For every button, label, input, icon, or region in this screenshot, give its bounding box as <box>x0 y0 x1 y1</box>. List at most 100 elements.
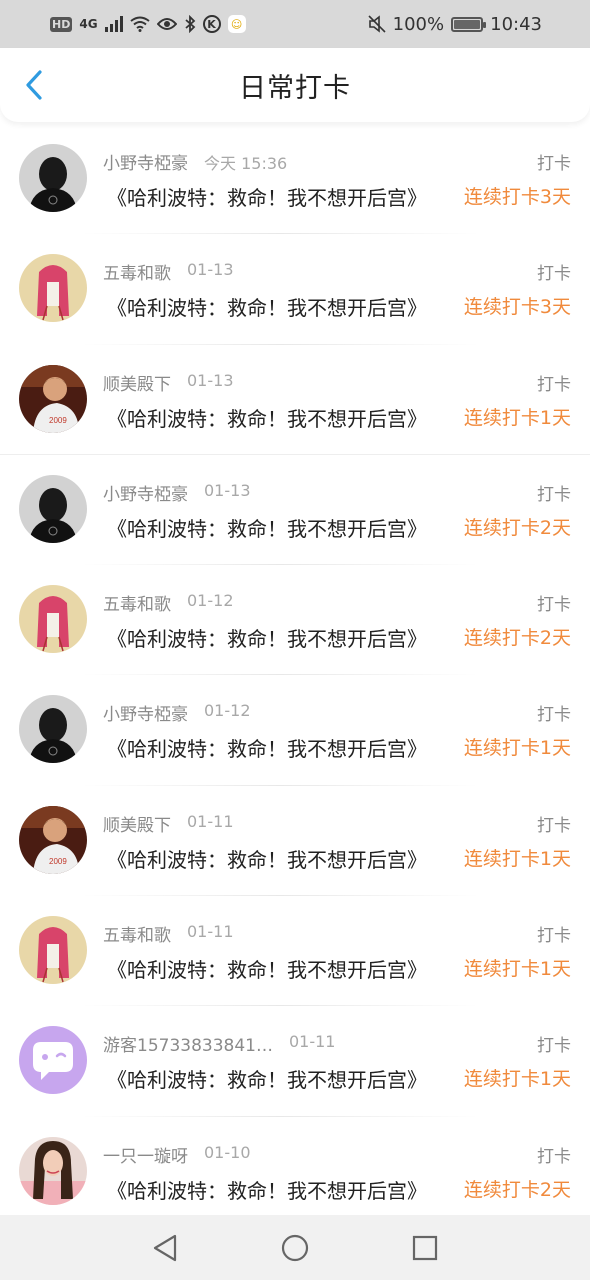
checkin-time: 01-13 <box>204 480 251 500</box>
checkin-label: 打卡 <box>537 484 571 505</box>
book-title[interactable]: 《哈利波特：救命！我不想开后宫》 <box>107 954 457 983</box>
chevron-left-icon <box>26 70 42 100</box>
svg-text:2009: 2009 <box>49 857 67 866</box>
user-name[interactable]: 小野寺椏豪 01-13 <box>103 480 251 505</box>
recents-square-icon <box>412 1235 438 1260</box>
user-name[interactable]: 小野寺椏豪 今天 15:36 <box>103 149 287 174</box>
avatar[interactable] <box>19 144 87 212</box>
checkin-time: 01-12 <box>187 591 234 611</box>
streak-text: 连续打卡2天 <box>463 516 571 539</box>
book-title[interactable]: 《哈利波特：救命！我不想开后宫》 <box>107 182 457 211</box>
status-bar: HD 4G K ☺ 100% 10:43 <box>0 0 590 48</box>
avatar[interactable] <box>19 1026 87 1095</box>
signal-icon <box>104 16 123 32</box>
streak-text: 连续打卡1天 <box>463 1068 571 1091</box>
checkin-time: 01-11 <box>187 811 234 831</box>
hd-icon: HD <box>50 16 73 32</box>
back-button[interactable] <box>16 67 52 103</box>
book-title[interactable]: 《哈利波特：救命！我不想开后宫》 <box>107 513 457 542</box>
user-name[interactable]: 顺美殿下 01-11 <box>103 811 234 836</box>
nav-back-button[interactable] <box>145 1228 185 1268</box>
checkin-time: 今天 15:36 <box>204 154 288 173</box>
bluetooth-icon <box>184 15 195 33</box>
checkin-row[interactable]: 五毒和歌 01-13 打卡《哈利波特：救命！我不想开后宫》 连续打卡3天 <box>0 234 590 345</box>
avatar[interactable] <box>19 474 87 543</box>
book-title[interactable]: 《哈利波特：救命！我不想开后宫》 <box>107 1064 457 1093</box>
battery-icon <box>451 16 487 32</box>
home-circle-icon <box>281 1234 309 1261</box>
avatar[interactable]: 2009 <box>19 805 87 874</box>
checkin-row[interactable]: 小野寺椏豪 今天 15:36 打卡《哈利波特：救命！我不想开后宫》 连续打卡3天 <box>0 124 590 235</box>
checkin-row[interactable]: 游客15733833841… 01-11 打卡《哈利波特：救命！我不想开后宫》 连续打… <box>0 1006 590 1117</box>
checkin-row[interactable]: 五毒和歌 01-11 打卡《哈利波特：救命！我不想开后宫》 连续打卡1天 <box>0 896 590 1007</box>
svg-text:2009: 2009 <box>49 416 67 425</box>
checkin-label: 打卡 <box>537 595 571 616</box>
status-bar-left: HD 4G K ☺ <box>50 15 246 33</box>
checkin-row[interactable]: 一只一璇呀 01-10 打卡《哈利波特：救命！我不想开后宫》 连续打卡2天 <box>0 1117 590 1227</box>
book-title[interactable]: 《哈利波特：救命！我不想开后宫》 <box>107 403 457 432</box>
checkin-label: 打卡 <box>537 705 571 726</box>
checkin-time: 01-13 <box>187 370 234 390</box>
avatar[interactable] <box>19 585 87 654</box>
eye-icon <box>156 18 177 30</box>
streak-text: 连续打卡1天 <box>463 958 571 981</box>
nav-home-button[interactable] <box>275 1228 315 1268</box>
checkin-time: 01-10 <box>204 1142 251 1162</box>
checkin-time: 01-13 <box>187 260 234 280</box>
checkin-row[interactable]: 小野寺椏豪 01-13 打卡《哈利波特：救命！我不想开后宫》 连续打卡2天 <box>0 455 590 566</box>
streak-text: 连续打卡1天 <box>463 737 571 760</box>
checkin-label: 打卡 <box>537 926 571 947</box>
nav-recents-button[interactable] <box>405 1228 445 1268</box>
user-name[interactable]: 小野寺椏豪 01-12 <box>103 700 251 725</box>
checkin-label: 打卡 <box>537 264 571 285</box>
user-name[interactable]: 顺美殿下 01-13 <box>103 370 234 395</box>
user-name[interactable]: 五毒和歌 01-12 <box>103 590 234 615</box>
checkin-label: 打卡 <box>537 1036 571 1057</box>
book-title[interactable]: 《哈利波特：救命！我不想开后宫》 <box>107 1175 457 1204</box>
checkin-label: 打卡 <box>537 154 571 174</box>
checkin-row[interactable]: 2009 顺美殿下 01-11 打卡《哈利波特：救命！我不想开后宫》 连续打卡1天 <box>0 786 590 897</box>
streak-text: 连续打卡1天 <box>463 847 571 870</box>
streak-text: 连续打卡1天 <box>463 406 571 429</box>
avatar[interactable] <box>19 254 87 323</box>
checkin-time: 01-11 <box>187 922 234 942</box>
user-name[interactable]: 五毒和歌 01-13 <box>103 259 234 284</box>
user-name[interactable]: 一只一璇呀 01-10 <box>103 1142 251 1167</box>
book-title[interactable]: 《哈利波特：救命！我不想开后宫》 <box>107 844 457 873</box>
clock: 10:43 <box>490 13 542 35</box>
battery-fill <box>454 19 481 29</box>
checkin-list: 小野寺椏豪 今天 15:36 打卡 《哈利波特：救命！我不想开后宫》 连续打卡3天 五毒和… <box>0 124 590 1227</box>
streak-text: 连续打卡3天 <box>463 186 571 208</box>
k-circle-icon: K <box>202 15 221 33</box>
system-nav-bar <box>0 1215 590 1280</box>
avatar[interactable] <box>19 1136 87 1205</box>
checkin-row[interactable]: 五毒和歌 01-12 打卡《哈利波特：救命！我不想开后宫》 连续打卡2天 <box>0 565 590 676</box>
book-title[interactable]: 《哈利波特：救命！我不想开后宫》 <box>107 623 457 652</box>
network-type: 4G <box>79 17 98 31</box>
book-title[interactable]: 《哈利波特：救命！我不想开后宫》 <box>107 292 457 321</box>
checkin-label: 打卡 <box>537 1146 571 1167</box>
page-title: 日常打卡 <box>239 72 351 104</box>
avatar[interactable]: 2009 <box>19 364 87 433</box>
checkin-time: 01-11 <box>288 1032 336 1052</box>
streak-text: 连续打卡3天 <box>463 296 571 319</box>
user-name[interactable]: 游客15733833841… 01-11 <box>103 1031 335 1056</box>
checkin-row[interactable]: 小野寺椏豪 01-12 打卡《哈利波特：救命！我不想开后宫》 连续打卡1天 <box>0 675 590 786</box>
wifi-icon <box>129 16 150 32</box>
app-header: 日常打卡 <box>0 48 590 122</box>
streak-text: 连续打卡2天 <box>463 627 571 650</box>
checkin-row[interactable]: 2009 顺美殿下 01-13 打卡《哈利波特：救命！我不想开后宫》 连续打卡1天 <box>0 345 590 455</box>
book-title[interactable]: 《哈利波特：救命！我不想开后宫》 <box>107 733 457 762</box>
checkin-label: 打卡 <box>537 374 571 395</box>
battery-percent: 100% <box>392 13 445 35</box>
avatar[interactable] <box>19 916 87 985</box>
mute-icon <box>368 15 386 33</box>
checkin-label: 打卡 <box>537 815 571 836</box>
user-name[interactable]: 五毒和歌 01-11 <box>103 921 234 946</box>
status-bar-right: 100% 10:43 <box>368 14 542 35</box>
back-triangle-icon <box>153 1234 177 1261</box>
checkin-time: 01-12 <box>204 701 251 721</box>
app-icon: ☺ <box>227 15 246 33</box>
streak-text: 连续打卡2天 <box>463 1178 571 1201</box>
avatar[interactable] <box>19 695 87 764</box>
